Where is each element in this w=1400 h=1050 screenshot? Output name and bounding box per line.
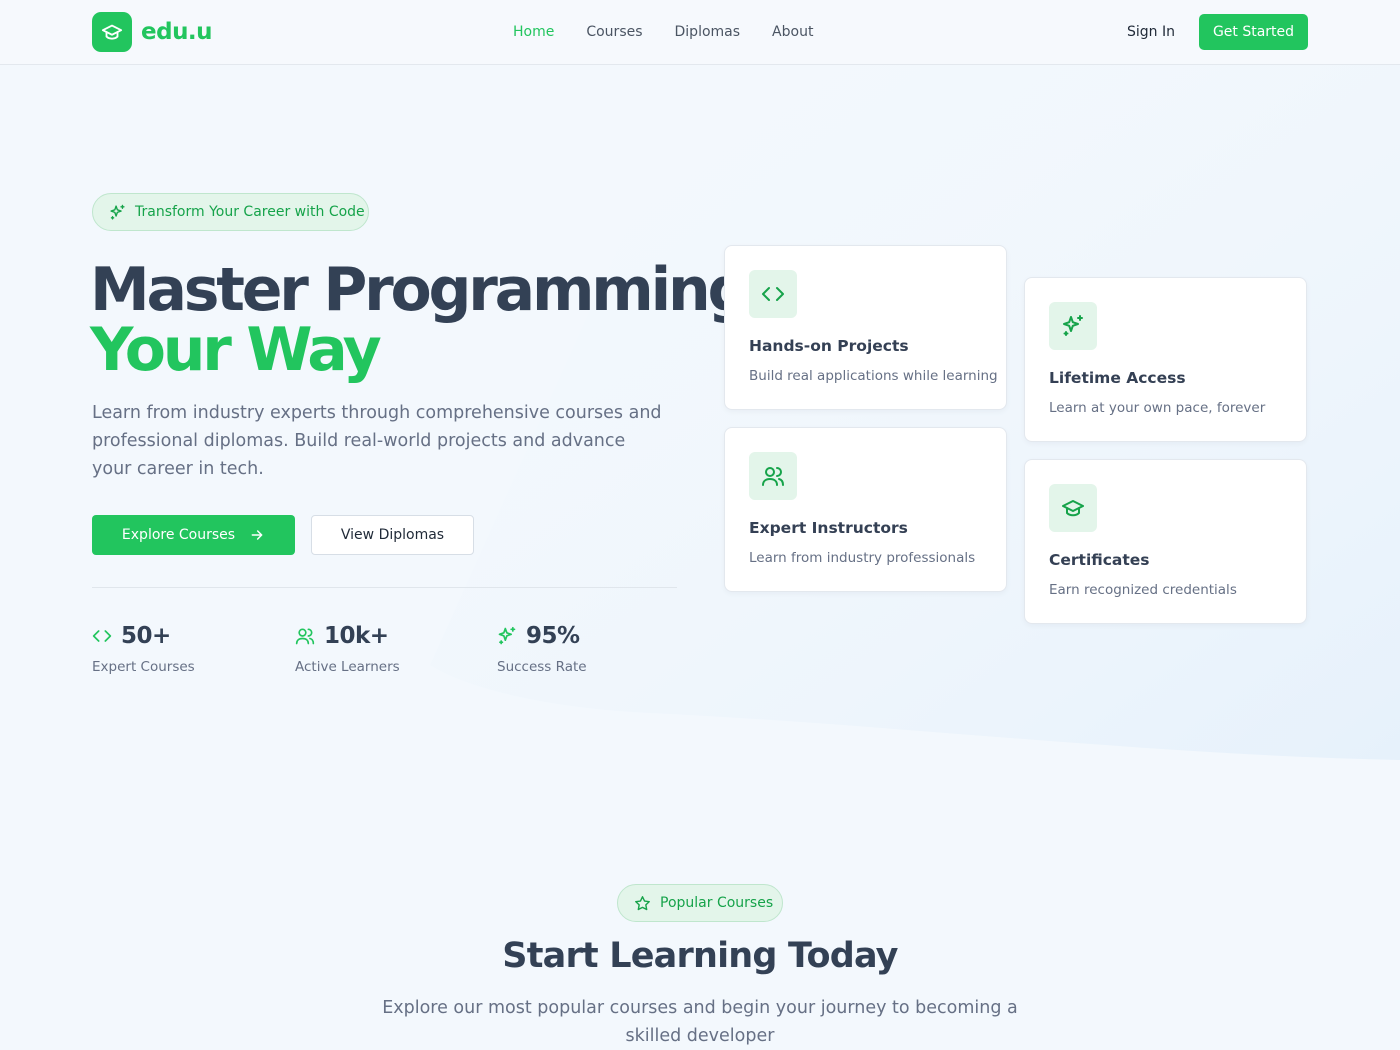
feature-description: Earn recognized credentials	[1049, 582, 1237, 598]
stat-value: 10k+	[324, 623, 389, 649]
get-started-button[interactable]: Get Started	[1199, 14, 1308, 50]
explore-courses-button[interactable]: Explore Courses	[92, 515, 295, 555]
feature-card-certificates: Certificates Earn recognized credentials	[1024, 459, 1307, 624]
view-diplomas-button[interactable]: View Diplomas	[311, 515, 474, 555]
explore-courses-label: Explore Courses	[121, 527, 236, 543]
sparkles-icon	[1049, 302, 1097, 350]
hero-badge: Transform Your Career with Code	[92, 193, 369, 231]
code-icon	[749, 270, 797, 318]
popular-badge-text: Popular Courses	[660, 895, 774, 911]
nav-link-courses[interactable]: Courses	[586, 24, 642, 40]
graduation-cap-icon	[1049, 484, 1097, 532]
feature-title: Hands-on Projects	[749, 337, 909, 355]
stats-divider	[92, 587, 677, 588]
brand-logo[interactable]: edu.u	[92, 12, 213, 52]
feature-description: Learn at your own pace, forever	[1049, 400, 1266, 416]
hero-description: Learn from industry experts through comp…	[92, 403, 662, 479]
users-icon	[295, 628, 315, 645]
users-icon	[749, 452, 797, 500]
hero-title-line2: Your Way	[90, 315, 382, 385]
hero-title: Master Programming Your Way	[90, 260, 750, 385]
sparkles-icon	[110, 204, 125, 220]
arrow-right-icon	[251, 530, 263, 540]
section-description: Explore our most popular courses and beg…	[382, 998, 1018, 1046]
stat-courses: 50+ Expert Courses	[92, 622, 195, 675]
feature-card-projects: Hands-on Projects Build real application…	[724, 245, 1007, 410]
main-nav: Home Courses Diplomas About	[513, 24, 845, 40]
stat-success: 95% Success Rate	[497, 622, 587, 675]
feature-description: Learn from industry professionals	[749, 550, 976, 566]
graduation-cap-icon	[92, 12, 132, 52]
hero-badge-text: Transform Your Career with Code	[135, 204, 365, 220]
code-icon	[92, 630, 112, 642]
nav-link-home[interactable]: Home	[513, 24, 554, 40]
nav-link-diplomas[interactable]: Diplomas	[675, 24, 741, 40]
stat-value: 50+	[121, 623, 171, 649]
star-icon	[635, 895, 650, 910]
feature-card-lifetime: Lifetime Access Learn at your own pace, …	[1024, 277, 1307, 442]
section-title: Start Learning Today	[502, 936, 898, 976]
feature-title: Lifetime Access	[1049, 369, 1186, 387]
popular-badge: Popular Courses	[617, 884, 783, 922]
stat-learners: 10k+ Active Learners	[295, 622, 400, 675]
stat-label: Success Rate	[497, 659, 587, 675]
sparkles-icon	[498, 626, 516, 645]
stat-label: Expert Courses	[92, 659, 195, 675]
sign-in-link[interactable]: Sign In	[1127, 24, 1175, 40]
stat-value: 95%	[526, 623, 580, 649]
stat-label: Active Learners	[295, 659, 400, 675]
nav-link-about[interactable]: About	[772, 24, 813, 40]
feature-description: Build real applications while learning	[749, 368, 998, 384]
brand-name: edu.u	[141, 19, 213, 45]
feature-title: Certificates	[1049, 551, 1150, 569]
feature-title: Expert Instructors	[749, 519, 908, 537]
top-nav: edu.u Home Courses Diplomas About Sign I…	[0, 0, 1400, 65]
feature-card-instructors: Expert Instructors Learn from industry p…	[724, 427, 1007, 592]
